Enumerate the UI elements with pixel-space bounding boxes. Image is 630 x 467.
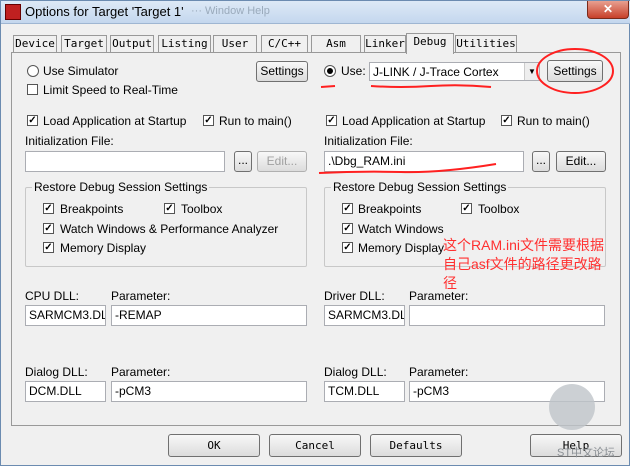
annotation-line-2: 自己asf文件的路径更改路: [443, 256, 602, 272]
watermark-text: ST中文论坛: [557, 447, 616, 459]
driver-underline: [370, 84, 492, 88]
annotation-line-3: 径: [443, 275, 457, 291]
annotation-line-1: 这个RAM.ini文件需要根据: [443, 237, 605, 253]
use-underline: [320, 85, 336, 88]
init-file-underline: [318, 163, 497, 174]
tab-debug[interactable]: Debug: [406, 33, 454, 54]
ok-button[interactable]: OK: [168, 434, 260, 457]
annotation-overlay: [318, 48, 614, 174]
options-dialog: Options for Target 'Target 1' ··· Window…: [0, 0, 630, 466]
settings-highlight-circle: [536, 48, 614, 94]
defaults-button[interactable]: Defaults: [370, 434, 462, 457]
forum-logo-icon: [549, 384, 595, 430]
cancel-button[interactable]: Cancel: [269, 434, 361, 457]
